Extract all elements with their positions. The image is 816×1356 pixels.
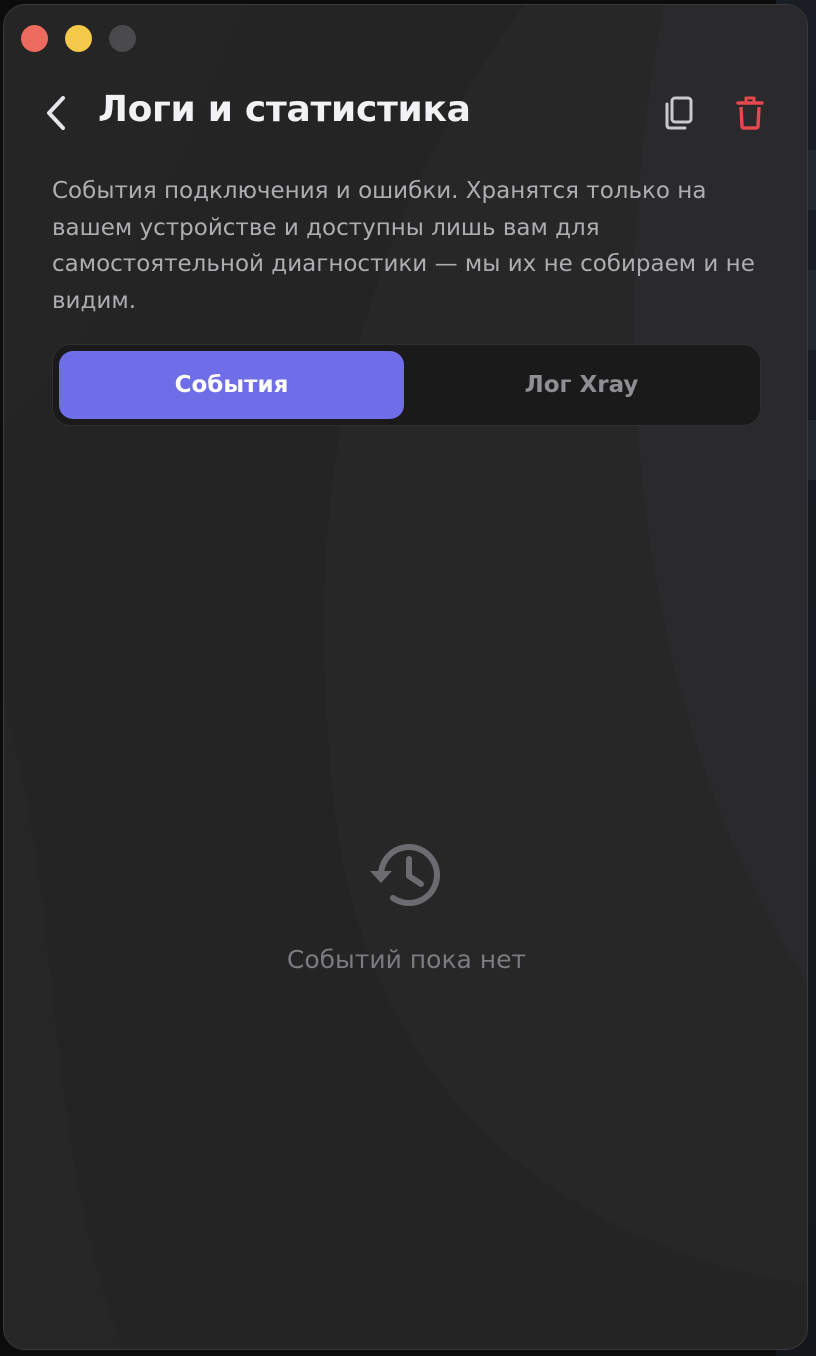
trash-icon [736, 96, 764, 130]
empty-state: Событий пока нет [4, 835, 807, 974]
tab-xray-log[interactable]: Лог Xray [409, 351, 754, 419]
close-window-button[interactable] [21, 25, 48, 52]
minimize-window-button[interactable] [65, 25, 92, 52]
app-window: Логи и статистика События подключения и … [3, 4, 808, 1350]
copy-logs-button[interactable] [658, 93, 698, 133]
empty-state-text: Событий пока нет [286, 945, 527, 974]
log-source-tabs: События Лог Xray [52, 344, 761, 426]
copy-icon [665, 96, 693, 130]
back-button[interactable] [38, 93, 74, 133]
delete-logs-button[interactable] [730, 93, 770, 133]
page-title: Логи и статистика [98, 89, 471, 130]
history-icon [369, 844, 440, 907]
header: Логи и статистика [4, 83, 807, 145]
maximize-window-button[interactable] [109, 25, 136, 52]
tab-events[interactable]: События [59, 351, 404, 419]
chevron-left-icon [47, 96, 65, 130]
description-text: События подключения и ошибки. Хранятся т… [52, 178, 755, 314]
window-controls [21, 25, 136, 52]
